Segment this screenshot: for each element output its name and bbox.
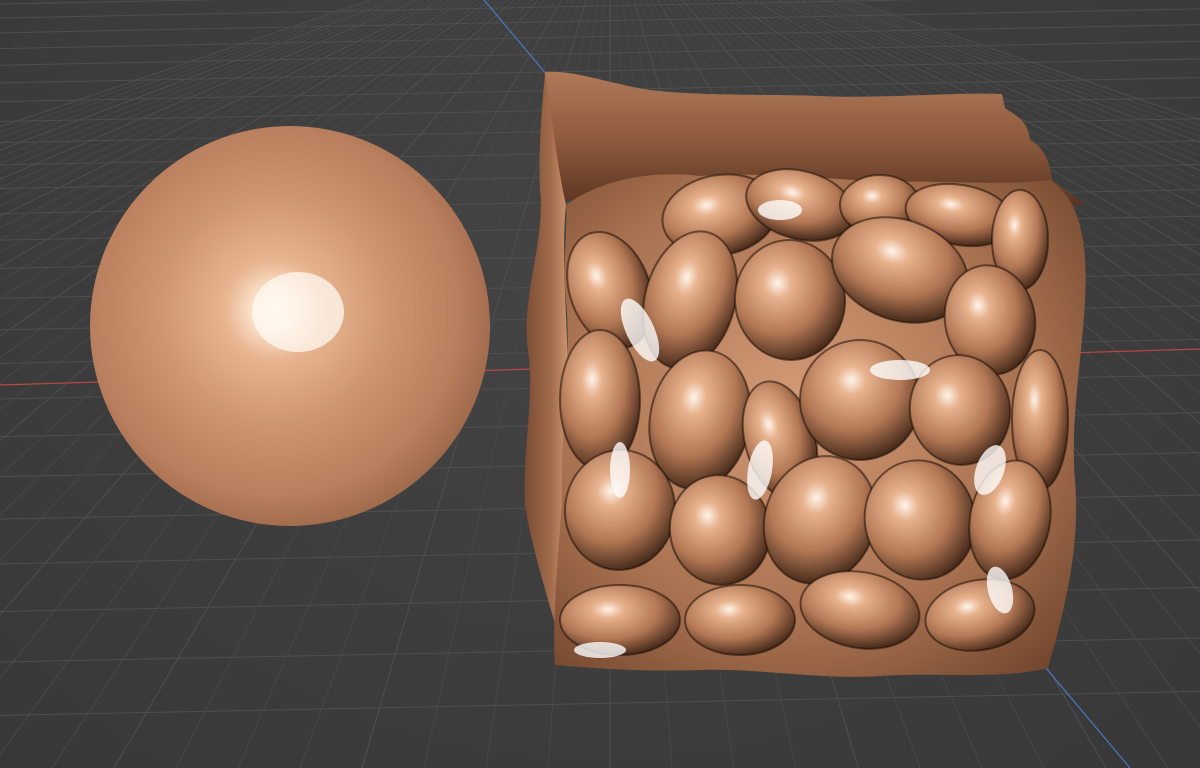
grid-line xyxy=(0,58,1200,84)
viewport-canvas[interactable] xyxy=(0,0,1200,768)
grid-line xyxy=(0,0,226,5)
sculpt-highlight xyxy=(870,360,930,380)
sculpted-cube-object[interactable] xyxy=(524,71,1086,677)
sculpt-lobe xyxy=(559,584,681,656)
grid-line xyxy=(0,8,1200,34)
sculpt-highlight xyxy=(758,200,802,220)
sculpt-lobe xyxy=(684,584,796,656)
sphere-object[interactable] xyxy=(90,126,490,526)
sculpt-lobe xyxy=(559,329,641,471)
3d-viewport[interactable] xyxy=(0,0,1200,768)
sphere-specular xyxy=(252,272,344,352)
grid-line xyxy=(0,0,926,19)
grid-line xyxy=(0,690,1200,716)
sculpt-highlight xyxy=(610,442,630,498)
sculpt-highlight xyxy=(574,642,626,658)
